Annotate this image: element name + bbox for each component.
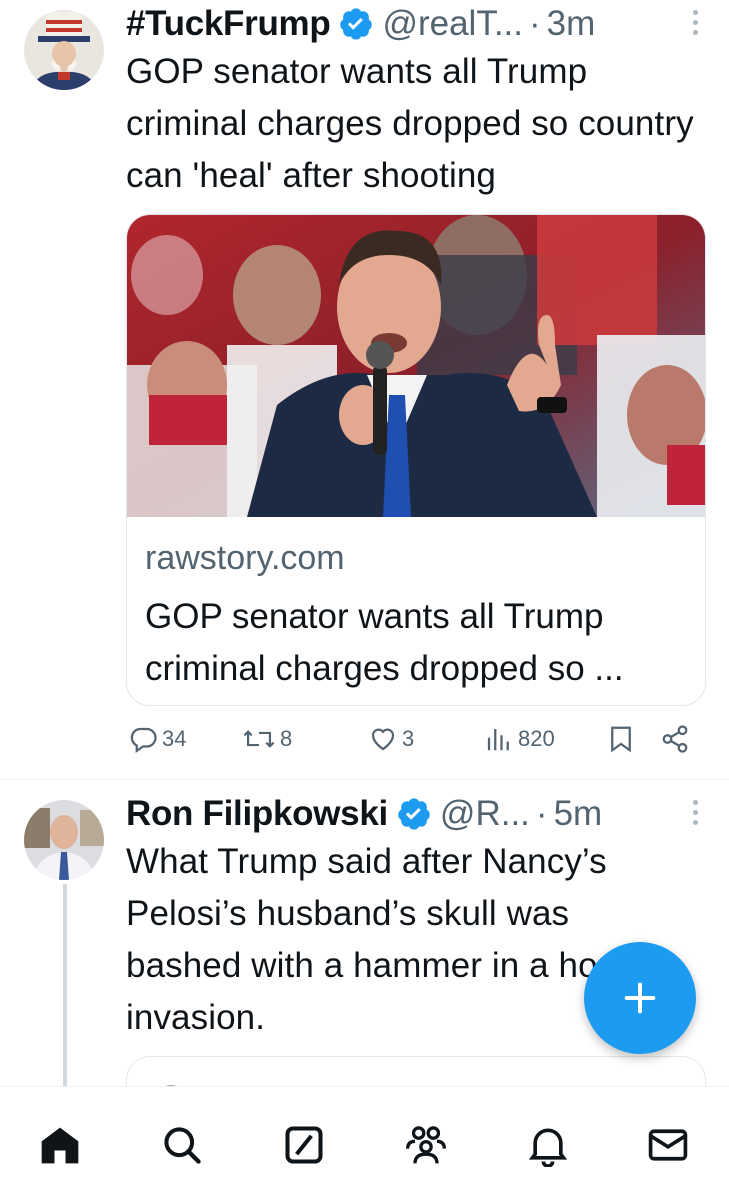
grok-icon (285, 1126, 323, 1164)
nav-home[interactable] (38, 1123, 82, 1167)
more-options-icon[interactable] (693, 800, 701, 828)
handle[interactable]: @realT... (382, 4, 523, 44)
view-count: 820 (518, 726, 555, 751)
reply-icon (130, 727, 157, 754)
retweet-button[interactable]: 8 (242, 724, 292, 754)
bookmark-button[interactable] (606, 724, 636, 754)
link-card[interactable]: rawstory.com GOP senator wants all Trump… (126, 214, 706, 706)
display-name[interactable]: #TuckFrump (126, 4, 331, 44)
share-icon (662, 725, 688, 753)
compose-button[interactable] (584, 942, 696, 1054)
nav-grok[interactable] (282, 1123, 326, 1167)
avatar[interactable] (24, 800, 104, 880)
share-button[interactable] (660, 724, 690, 754)
tweet-divider (0, 779, 729, 780)
ron-filipkowski-avatar-image (24, 800, 104, 880)
nav-notifications[interactable] (526, 1123, 570, 1168)
timestamp[interactable]: 5m (554, 794, 603, 834)
separator-dot: · (529, 4, 541, 43)
retweet-count: 8 (280, 726, 293, 751)
retweet-icon (243, 730, 275, 748)
senator-speaking-photo (127, 215, 705, 517)
more-options-icon[interactable] (693, 10, 701, 38)
verified-badge-icon (398, 798, 430, 830)
nav-search[interactable] (160, 1123, 204, 1167)
card-domain: rawstory.com (145, 539, 345, 577)
display-name[interactable]: Ron Filipkowski (126, 794, 388, 834)
plus-icon (624, 982, 656, 1014)
bottom-navigation (0, 1086, 729, 1200)
card-title: GOP senator wants all Trump criminal cha… (145, 597, 624, 688)
home-icon (41, 1127, 79, 1164)
handle[interactable]: @R... (440, 794, 530, 834)
avatar[interactable] (24, 10, 104, 90)
card-image (127, 215, 705, 517)
communities-icon (406, 1126, 446, 1164)
tweet-text: GOP senator wants all Trump criminal cha… (126, 52, 694, 195)
heart-icon (371, 728, 395, 751)
tweet-1[interactable]: #TuckFrump @realT... · 3m GOP senator wa… (0, 0, 729, 780)
nav-communities[interactable] (404, 1123, 448, 1167)
views-button[interactable]: 820 (484, 724, 555, 754)
bookmark-icon (611, 726, 631, 753)
search-icon (164, 1127, 201, 1164)
like-button[interactable]: 3 (368, 724, 414, 754)
views-icon (487, 729, 509, 751)
tweet-header: Ron Filipkowski @R... · 5m (126, 790, 602, 838)
verified-badge-icon (340, 8, 373, 40)
nav-messages[interactable] (646, 1123, 690, 1167)
tweet-header: #TuckFrump @realT... · 3m (126, 0, 595, 48)
uncle-sam-avatar-image (24, 10, 104, 90)
separator-dot: · (535, 794, 548, 833)
timestamp[interactable]: 3m (547, 4, 596, 44)
reply-button[interactable]: 34 (128, 724, 186, 754)
tweet-actions: 34 8 3 820 (126, 724, 696, 764)
reply-count: 34 (162, 726, 187, 751)
like-count: 3 (402, 726, 415, 751)
notifications-icon (528, 1128, 568, 1168)
thread-connector-line (63, 884, 67, 1090)
messages-icon (648, 1129, 688, 1161)
